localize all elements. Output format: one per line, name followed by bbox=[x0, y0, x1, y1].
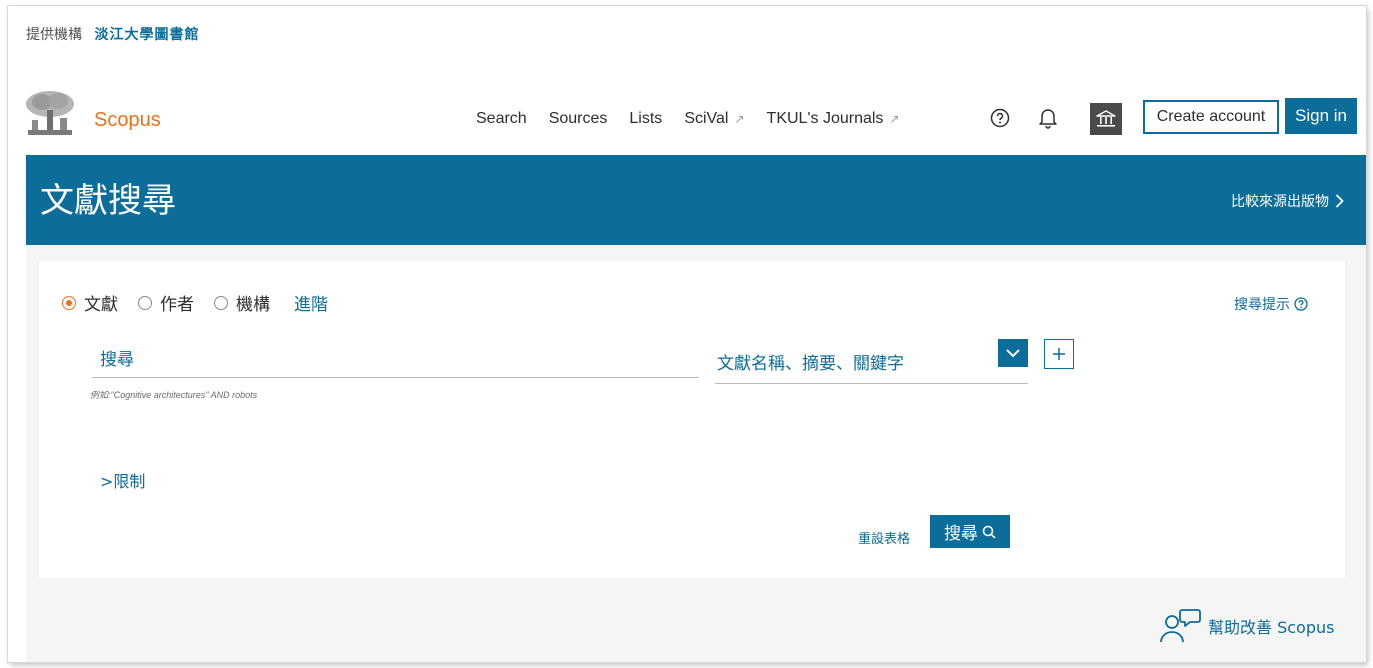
chevron-right-icon: > bbox=[100, 472, 114, 491]
radio-checked-icon bbox=[62, 295, 76, 310]
institution-bar: 提供機構 淡江大學圖書館 bbox=[26, 24, 199, 44]
search-icon bbox=[982, 525, 996, 539]
feedback-person-icon bbox=[1160, 609, 1201, 643]
help-icon bbox=[1294, 297, 1308, 311]
elsevier-logo-icon[interactable] bbox=[24, 90, 76, 138]
nav-lists[interactable]: Lists bbox=[629, 110, 662, 128]
compare-sources-link[interactable]: 比較來源出版物 bbox=[1231, 191, 1344, 211]
external-link-icon: ↗ bbox=[889, 112, 900, 126]
radio-documents-label: 文獻 bbox=[84, 295, 118, 315]
bell-icon[interactable] bbox=[1036, 106, 1060, 130]
radio-documents[interactable]: 文獻 bbox=[62, 290, 118, 315]
limits-label: 限制 bbox=[113, 472, 146, 491]
nav-scival-label: SciVal bbox=[684, 110, 729, 127]
radio-unchecked-icon bbox=[138, 295, 152, 310]
main-nav: Search Sources Lists SciVal ↗ TKUL's Jour… bbox=[476, 110, 899, 128]
nav-sources-label: Sources bbox=[548, 110, 608, 127]
nav-tkul-journals[interactable]: TKUL's Journals ↗ bbox=[767, 110, 900, 128]
nav-scival[interactable]: SciVal ↗ bbox=[684, 110, 744, 128]
scopus-brand[interactable]: Scopus bbox=[94, 109, 161, 132]
sign-in-button[interactable]: Sign in bbox=[1285, 98, 1357, 134]
page-banner: 文獻搜尋 比較來源出版物 bbox=[26, 155, 1366, 245]
search-field-select[interactable]: 文獻名稱、摘要、關鍵字 bbox=[715, 348, 1028, 384]
search-type-group: 文獻 作者 機構 進階 bbox=[62, 290, 328, 315]
institution-name[interactable]: 淡江大學圖書館 bbox=[94, 27, 199, 43]
nav-sources[interactable]: Sources bbox=[549, 110, 608, 128]
search-button[interactable]: 搜尋 bbox=[930, 515, 1010, 548]
field-dropdown-button[interactable] bbox=[998, 339, 1028, 367]
add-search-field-button[interactable] bbox=[1044, 339, 1074, 369]
feedback-link[interactable]: 幫助改善 Scopus bbox=[1158, 608, 1334, 644]
plus-icon bbox=[1053, 348, 1065, 360]
search-example-hint: 例如:"Cognitive architectures" AND robots bbox=[90, 390, 258, 400]
feedback-label: 幫助改善 Scopus bbox=[1208, 618, 1335, 637]
institution-label: 提供機構 bbox=[26, 27, 82, 43]
radio-unchecked-icon bbox=[214, 295, 228, 310]
limits-toggle[interactable]: >限制 bbox=[100, 468, 145, 492]
advanced-search-link[interactable]: 進階 bbox=[294, 290, 328, 315]
chevron-right-icon bbox=[1335, 194, 1344, 208]
nav-tkul-journals-label: TKUL's Journals bbox=[766, 110, 884, 127]
institution-icon[interactable] bbox=[1090, 103, 1122, 135]
nav-search[interactable]: Search bbox=[476, 110, 527, 128]
search-tips-label: 搜尋提示 bbox=[1234, 297, 1290, 313]
reset-form-link[interactable]: 重設表格 bbox=[858, 528, 910, 547]
radio-affiliations-label: 機構 bbox=[236, 295, 270, 315]
radio-authors[interactable]: 作者 bbox=[138, 290, 194, 315]
chevron-down-icon bbox=[1006, 348, 1020, 357]
search-input[interactable]: 搜尋 bbox=[92, 346, 699, 378]
radio-affiliations[interactable]: 機構 bbox=[214, 290, 270, 315]
nav-lists-label: Lists bbox=[629, 110, 663, 127]
search-button-label: 搜尋 bbox=[944, 524, 978, 544]
radio-authors-label: 作者 bbox=[160, 295, 194, 315]
page-frame: 提供機構 淡江大學圖書館 Scopus Search Sources Lists… bbox=[8, 6, 1366, 662]
external-link-icon: ↗ bbox=[734, 112, 745, 126]
nav-search-label: Search bbox=[476, 110, 527, 127]
search-tips-link[interactable]: 搜尋提示 bbox=[1234, 294, 1308, 314]
page-title: 文獻搜尋 bbox=[40, 181, 176, 221]
create-account-button[interactable]: Create account bbox=[1143, 100, 1279, 134]
compare-sources-label: 比較來源出版物 bbox=[1231, 194, 1329, 210]
help-icon[interactable] bbox=[988, 106, 1012, 130]
